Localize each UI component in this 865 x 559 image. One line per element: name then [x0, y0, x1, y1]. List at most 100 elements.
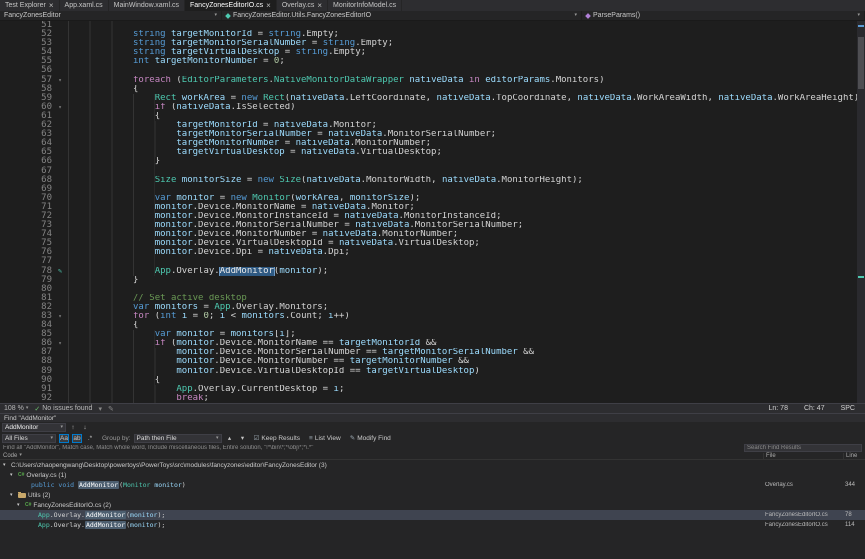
fold-margin[interactable] — [52, 239, 68, 248]
result-row[interactable]: ▾C#FancyZonesEditorIO.cs (2) — [0, 500, 865, 510]
fold-margin[interactable] — [52, 48, 68, 57]
modify-find-button[interactable]: ✎ Modify Find — [347, 434, 394, 443]
breakpoint-margin[interactable] — [0, 394, 14, 403]
breakpoint-margin[interactable] — [0, 294, 14, 303]
fold-margin[interactable] — [52, 248, 68, 257]
code-area[interactable]: 5152string targetMonitorId = string.Empt… — [0, 21, 865, 403]
breakpoint-margin[interactable] — [0, 348, 14, 357]
breakpoint-margin[interactable] — [0, 221, 14, 230]
fold-margin[interactable] — [52, 294, 68, 303]
previous-result-button[interactable]: ↑ — [68, 423, 78, 432]
find-search-box[interactable]: ▾ — [2, 423, 66, 432]
fold-margin[interactable] — [52, 194, 68, 203]
breakpoint-margin[interactable] — [0, 57, 14, 66]
result-row[interactable]: App.Overlay.AddMonitor(monitor);FancyZon… — [0, 510, 865, 520]
code-filter-dropdown[interactable]: Code ▾ — [0, 453, 763, 459]
breakpoint-margin[interactable] — [0, 21, 14, 30]
chevron-down-icon[interactable]: ▾ — [3, 462, 9, 468]
fold-chevron-icon[interactable]: ▾ — [52, 103, 68, 112]
breakpoint-margin[interactable] — [0, 276, 14, 285]
fold-chevron-icon[interactable]: ▾ — [52, 339, 68, 348]
close-icon[interactable]: × — [266, 2, 271, 10]
expand-all-button[interactable]: ▾ — [238, 434, 248, 443]
file-column-header[interactable]: File — [763, 453, 843, 459]
breakpoint-margin[interactable] — [0, 167, 14, 176]
breakpoint-margin[interactable] — [0, 230, 14, 239]
tab-fancyzoneseditorio-cs[interactable]: FancyZonesEditorIO.cs× — [185, 0, 277, 11]
project-dropdown[interactable]: FancyZonesEditor ▾ — [0, 11, 222, 20]
fold-margin[interactable] — [52, 167, 68, 176]
fold-margin[interactable] — [52, 367, 68, 376]
fold-margin[interactable] — [52, 321, 68, 330]
fold-margin[interactable] — [52, 85, 68, 94]
result-row[interactable]: public void AddMonitor(Monitor monitor)O… — [0, 480, 865, 490]
edit-marker-icon[interactable]: ✎ — [52, 267, 68, 276]
code-editor[interactable]: 5152string targetMonitorId = string.Empt… — [0, 21, 865, 403]
breakpoint-margin[interactable] — [0, 267, 14, 276]
fold-margin[interactable] — [52, 212, 68, 221]
fold-margin[interactable] — [52, 21, 68, 30]
fold-chevron-icon[interactable]: ▾ — [52, 76, 68, 85]
list-view-button[interactable]: ≡ List View — [306, 434, 344, 443]
breakpoint-margin[interactable] — [0, 239, 14, 248]
breakpoint-margin[interactable] — [0, 321, 14, 330]
breakpoint-margin[interactable] — [0, 76, 14, 85]
document-health-indicator[interactable]: ✓ No issues found — [34, 405, 92, 413]
breakpoint-margin[interactable] — [0, 376, 14, 385]
type-dropdown[interactable]: FancyZonesEditor.Utils.FancyZonesEditorI… — [222, 11, 582, 20]
fold-margin[interactable] — [52, 394, 68, 403]
fold-margin[interactable] — [52, 330, 68, 339]
next-result-button[interactable]: ↓ — [80, 423, 90, 432]
tab-mainwindow-xaml-cs[interactable]: MainWindow.xaml.cs — [109, 0, 185, 11]
fold-margin[interactable] — [52, 176, 68, 185]
line-column-header[interactable]: Line — [843, 453, 865, 459]
fold-margin[interactable] — [52, 121, 68, 130]
chevron-down-icon[interactable]: ▾ — [10, 492, 16, 498]
tab-overlay-cs[interactable]: Overlay.cs× — [277, 0, 328, 11]
fold-margin[interactable] — [52, 94, 68, 103]
scrollbar-thumb[interactable] — [858, 37, 864, 89]
breakpoint-margin[interactable] — [0, 203, 14, 212]
breakpoint-margin[interactable] — [0, 139, 14, 148]
tab-monitorinfomodel-cs[interactable]: MonitorInfoModel.cs — [328, 0, 402, 11]
breakpoint-margin[interactable] — [0, 357, 14, 366]
fold-margin[interactable] — [52, 139, 68, 148]
zoom-control[interactable]: 108 % ▾ — [4, 405, 28, 412]
search-find-results-input[interactable] — [744, 444, 862, 452]
breakpoint-margin[interactable] — [0, 312, 14, 321]
member-dropdown[interactable]: ParseParams() ▾ — [582, 11, 865, 20]
breakpoint-margin[interactable] — [0, 148, 14, 157]
fold-margin[interactable] — [52, 303, 68, 312]
match-case-toggle[interactable]: Aa — [59, 434, 69, 443]
close-icon[interactable]: × — [317, 2, 322, 10]
group-by-dropdown[interactable]: Path then File ▾ — [134, 434, 222, 443]
breakpoint-margin[interactable] — [0, 285, 14, 294]
breakpoint-margin[interactable] — [0, 66, 14, 75]
breakpoint-margin[interactable] — [0, 157, 14, 166]
breakpoint-margin[interactable] — [0, 248, 14, 257]
breakpoint-margin[interactable] — [0, 30, 14, 39]
result-row[interactable]: App.Overlay.AddMonitor(monitor);FancyZon… — [0, 520, 865, 530]
regex-toggle[interactable]: .* — [85, 434, 95, 443]
tab-test-explorer[interactable]: Test Explorer× — [0, 0, 60, 11]
chevron-down-icon[interactable]: ▾ — [17, 502, 23, 508]
breakpoint-margin[interactable] — [0, 257, 14, 266]
breakpoint-margin[interactable] — [0, 367, 14, 376]
breakpoint-margin[interactable] — [0, 121, 14, 130]
breakpoint-margin[interactable] — [0, 112, 14, 121]
fold-margin[interactable] — [52, 348, 68, 357]
close-icon[interactable]: × — [49, 2, 54, 10]
fold-margin[interactable] — [52, 157, 68, 166]
result-row[interactable]: ▾C#Overlay.cs (1) — [0, 470, 865, 480]
fold-margin[interactable] — [52, 148, 68, 157]
fold-margin[interactable] — [52, 130, 68, 139]
fold-margin[interactable] — [52, 276, 68, 285]
breakpoint-margin[interactable] — [0, 339, 14, 348]
fold-chevron-icon[interactable]: ▾ — [52, 312, 68, 321]
breakpoint-margin[interactable] — [0, 85, 14, 94]
breakpoint-margin[interactable] — [0, 185, 14, 194]
breakpoint-margin[interactable] — [0, 385, 14, 394]
chevron-down-icon[interactable]: ▾ — [60, 425, 63, 430]
breakpoint-margin[interactable] — [0, 194, 14, 203]
fold-margin[interactable] — [52, 376, 68, 385]
